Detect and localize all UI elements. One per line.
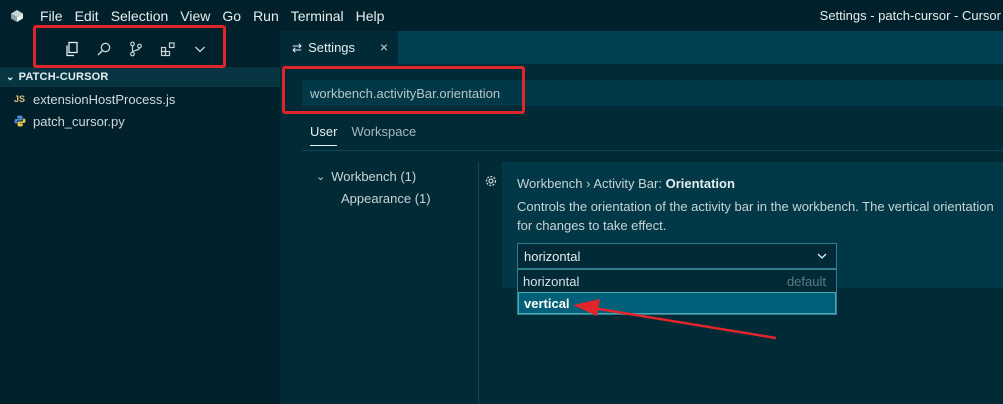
divider	[478, 162, 479, 404]
gear-icon[interactable]	[483, 173, 499, 189]
folder-name: PATCH-CURSOR	[18, 71, 109, 83]
orientation-select[interactable]: horizontal	[517, 243, 837, 269]
file-name: extensionHostProcess.js	[33, 91, 176, 107]
setting-title-prefix: Workbench › Activity Bar:	[517, 176, 666, 191]
tab-settings[interactable]: ⇄ Settings ×	[280, 31, 398, 64]
option-label: vertical	[524, 295, 570, 311]
window-title: Settings - patch-cursor - Cursor	[819, 8, 1001, 23]
option-default-badge: default	[786, 273, 826, 289]
file-item[interactable]: JS extensionHostProcess.js	[0, 88, 280, 110]
scope-tabs: User Workspace	[310, 124, 430, 146]
menu-view[interactable]: View	[180, 8, 210, 24]
setting-description: Controls the orientation of the activity…	[517, 197, 1003, 235]
option-horizontal[interactable]: horizontal default	[518, 270, 836, 292]
menu-help[interactable]: Help	[356, 8, 385, 24]
menu-terminal[interactable]: Terminal	[291, 8, 344, 24]
orientation-dropdown-list: horizontal default vertical	[517, 269, 837, 315]
toc-item-appearance[interactable]: Appearance (1)	[316, 187, 431, 209]
toc-label: Workbench (1)	[331, 168, 417, 184]
extensions-icon[interactable]	[158, 39, 178, 59]
settings-sliders-icon: ⇄	[292, 40, 303, 55]
close-icon[interactable]: ×	[380, 39, 388, 55]
cursor-logo-icon	[11, 9, 23, 22]
chevron-down-icon: ⌄	[316, 170, 326, 183]
setting-title: Workbench › Activity Bar: Orientation	[517, 176, 735, 191]
option-vertical[interactable]: vertical	[518, 292, 836, 314]
setting-description-line: for changes to take effect.	[517, 218, 667, 233]
explorer-folder-header[interactable]: ⌄ PATCH-CURSOR	[0, 67, 280, 87]
tab-label: Settings	[308, 40, 356, 55]
chevron-down-icon[interactable]	[190, 39, 210, 59]
chevron-down-icon: ⌄	[6, 71, 15, 83]
settings-search-input[interactable]: workbench.activityBar.orientation	[302, 80, 1003, 106]
toc-item-workbench[interactable]: ⌄ Workbench (1)	[316, 165, 431, 187]
tab-user[interactable]: User	[310, 124, 338, 146]
title-bar: File Edit Selection View Go Run Terminal…	[0, 0, 1003, 31]
setting-description-line: Controls the orientation of the activity…	[517, 199, 994, 214]
menu-selection[interactable]: Selection	[111, 8, 169, 24]
setting-title-name: Orientation	[665, 176, 735, 191]
javascript-file-icon: JS	[14, 94, 26, 104]
divider	[302, 150, 1003, 151]
files-icon[interactable]	[62, 39, 82, 59]
toc-label: Appearance (1)	[341, 190, 431, 206]
search-icon[interactable]	[94, 39, 114, 59]
source-control-icon[interactable]	[126, 39, 146, 59]
file-name: patch_cursor.py	[33, 113, 125, 129]
sidebar: ⌄ PATCH-CURSOR JS extensionHostProcess.j…	[0, 31, 280, 404]
editor-tab-bar: ⇄ Settings ×	[280, 31, 1003, 64]
option-label: horizontal	[523, 273, 580, 289]
settings-editor: workbench.activityBar.orientation User W…	[280, 64, 1003, 404]
menu-file[interactable]: File	[40, 8, 63, 24]
chevron-down-icon	[817, 253, 827, 259]
tab-workspace[interactable]: Workspace	[351, 124, 416, 146]
settings-toc: ⌄ Workbench (1) Appearance (1)	[316, 165, 431, 209]
python-file-icon	[14, 115, 28, 127]
menu-run[interactable]: Run	[253, 8, 279, 24]
menu-bar: File Edit Selection View Go Run Terminal…	[40, 8, 396, 24]
menu-go[interactable]: Go	[222, 8, 241, 24]
select-value: horizontal	[524, 248, 581, 264]
file-item[interactable]: patch_cursor.py	[0, 110, 280, 132]
menu-edit[interactable]: Edit	[75, 8, 99, 24]
activity-bar	[0, 31, 280, 66]
